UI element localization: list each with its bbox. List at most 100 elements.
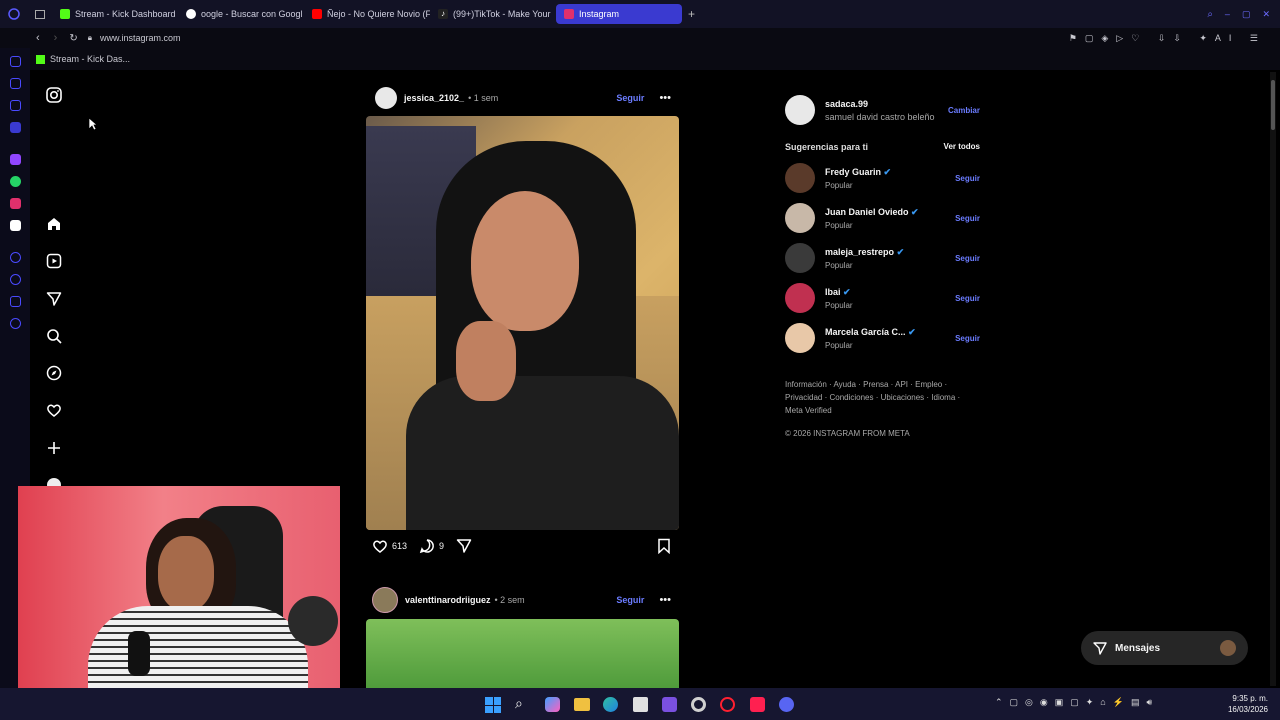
minimize-button[interactable]: –: [1225, 9, 1230, 19]
maximize-button[interactable]: ▢: [1242, 9, 1251, 20]
messages-icon[interactable]: [45, 290, 63, 308]
post-image[interactable]: [366, 619, 679, 691]
tab-tiktok[interactable]: ♪ (99+)TikTok - Make Your: [430, 4, 556, 24]
start-windows-icon[interactable]: [485, 697, 501, 713]
url-field[interactable]: www.instagram.com: [100, 33, 181, 43]
footer-line[interactable]: Meta Verified: [785, 404, 980, 417]
home-icon[interactable]: [45, 215, 63, 233]
avatar[interactable]: [785, 243, 815, 273]
save-bookmark-icon[interactable]: [657, 538, 671, 554]
follow-button[interactable]: Seguir: [616, 595, 644, 605]
like-count[interactable]: 613: [392, 541, 407, 551]
close-button[interactable]: ✕: [1262, 9, 1270, 20]
notifications-heart-icon[interactable]: [45, 401, 63, 419]
avatar[interactable]: [785, 283, 815, 313]
follow-button[interactable]: Seguir: [955, 254, 980, 263]
see-all-link[interactable]: Ver todos: [944, 142, 980, 152]
tiktok-icon[interactable]: [750, 697, 765, 712]
back-icon[interactable]: ‹: [36, 32, 40, 44]
sidebar-app-icon[interactable]: [10, 296, 21, 307]
current-username[interactable]: sadaca.99: [825, 99, 948, 109]
media-app-icon[interactable]: [662, 697, 677, 712]
clock[interactable]: 9:35 p. m. 16/03/2026: [1224, 693, 1268, 715]
footer-line[interactable]: Información · Ayuda · Prensa · API · Emp…: [785, 378, 980, 391]
search-icon[interactable]: ⌕: [515, 695, 523, 712]
suggestion-subtitle: Popular: [825, 220, 853, 230]
footer-links[interactable]: Información · Ayuda · Prensa · API · Emp…: [785, 378, 980, 417]
verified-badge-icon: ✔︎: [883, 166, 892, 177]
avatar[interactable]: [785, 323, 815, 353]
follow-button[interactable]: Seguir: [616, 93, 644, 103]
footer-line[interactable]: Privacidad · Condiciones · Ubicaciones ·…: [785, 391, 980, 404]
bookmark-kick[interactable]: Stream - Kick Das...: [50, 54, 130, 64]
suggestion-name[interactable]: Fredy Guarin: [825, 167, 881, 177]
suggestion-name[interactable]: Marcela García C...: [825, 327, 906, 337]
sidebar-app-icon[interactable]: [10, 100, 21, 111]
avatar[interactable]: [785, 95, 815, 125]
twitch-icon[interactable]: [10, 154, 21, 165]
opera-icon[interactable]: [0, 8, 28, 20]
discord-icon[interactable]: [779, 697, 794, 712]
post-username[interactable]: valenttinarodriiguez: [405, 595, 491, 605]
system-tray-icons[interactable]: ⌃▢◎◉▣▢✦⌂⚡▤🔊︎: [995, 697, 1159, 708]
file-explorer-icon[interactable]: [574, 698, 590, 711]
sidebar-app-icon[interactable]: [10, 56, 21, 67]
suggestion-subtitle: Popular: [825, 180, 853, 190]
more-options-icon[interactable]: •••: [659, 92, 671, 104]
share-icon[interactable]: [456, 538, 472, 554]
tiktok-icon[interactable]: [10, 220, 21, 231]
comment-count[interactable]: 9: [439, 541, 444, 551]
explore-icon[interactable]: [45, 364, 63, 382]
settings-icon[interactable]: [10, 318, 21, 329]
more-options-icon[interactable]: •••: [659, 594, 671, 606]
whatsapp-icon[interactable]: [10, 176, 21, 187]
kick-icon: [36, 54, 45, 64]
follow-button[interactable]: Seguir: [955, 294, 980, 303]
forward-icon[interactable]: ›: [54, 32, 58, 44]
follow-button[interactable]: Seguir: [955, 214, 980, 223]
follow-button[interactable]: Seguir: [955, 174, 980, 183]
tab-overview-icon[interactable]: [28, 9, 52, 19]
history-icon[interactable]: [10, 274, 21, 285]
instagram-logo-icon[interactable]: [45, 86, 63, 104]
instagram-icon[interactable]: [10, 198, 21, 209]
avatar[interactable]: [375, 87, 397, 109]
reels-icon[interactable]: [45, 252, 63, 270]
browser-tab-bar: Stream - Kick Dashboard oogle - Buscar c…: [0, 0, 1280, 28]
store-icon[interactable]: [633, 697, 648, 712]
chrome-icon[interactable]: [691, 697, 706, 712]
suggestion-item: Marcela García C... ✔︎ Popular Seguir: [785, 318, 980, 358]
follow-button[interactable]: Seguir: [955, 334, 980, 343]
like-heart-icon[interactable]: [372, 538, 388, 554]
search-icon[interactable]: ⌕: [1207, 9, 1213, 20]
tab-kick[interactable]: Stream - Kick Dashboard: [52, 4, 178, 24]
new-tab-button[interactable]: +: [688, 7, 695, 21]
sidebar-app-icon[interactable]: [10, 252, 21, 263]
sidebar-app-icon[interactable]: [10, 122, 21, 133]
tab-google[interactable]: oogle - Buscar con Googl: [178, 4, 304, 24]
switch-account-button[interactable]: Cambiar: [948, 106, 980, 115]
post-image[interactable]: [366, 116, 679, 530]
post-image-shirt: [406, 376, 679, 530]
tab-instagram[interactable]: Instagram: [556, 4, 682, 24]
suggestion-name[interactable]: Ibai: [825, 287, 841, 297]
comment-icon[interactable]: [419, 538, 435, 554]
reload-icon[interactable]: ↻: [69, 33, 77, 44]
avatar[interactable]: [785, 203, 815, 233]
create-plus-icon[interactable]: [45, 439, 63, 457]
search-icon[interactable]: [45, 327, 63, 345]
opera-icon[interactable]: [720, 697, 735, 712]
suggestion-name[interactable]: maleja_restrepo: [825, 247, 894, 257]
scrollbar[interactable]: [1270, 72, 1276, 686]
copilot-icon[interactable]: [545, 697, 560, 712]
toolbar-icons[interactable]: ⚑▢◈▷♡ ⇩⇩ ✦AI ☰: [1069, 33, 1266, 44]
suggestion-subtitle: Popular: [825, 260, 853, 270]
messages-button[interactable]: Mensajes: [1081, 631, 1248, 665]
edge-icon[interactable]: [603, 697, 618, 712]
tab-youtube[interactable]: Ñejo - No Quiere Novio (F: [304, 4, 430, 24]
suggestion-name[interactable]: Juan Daniel Oviedo: [825, 207, 909, 217]
sidebar-app-icon[interactable]: [10, 78, 21, 89]
avatar[interactable]: [785, 163, 815, 193]
post-username[interactable]: jessica_2102_: [404, 93, 464, 103]
avatar[interactable]: [372, 587, 398, 613]
